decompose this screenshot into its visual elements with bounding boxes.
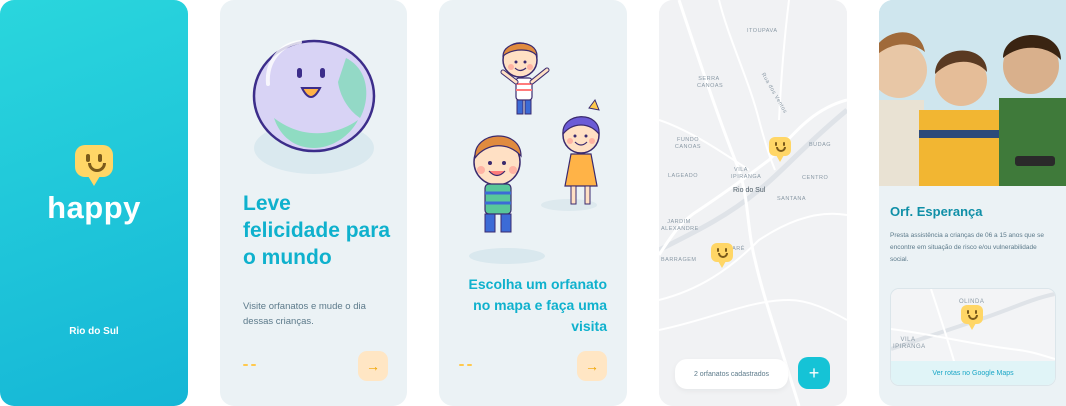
orphanage-map-pin-icon[interactable] (769, 137, 791, 162)
onboarding-title: Leve felicidade para o mundo (243, 192, 391, 269)
next-button[interactable]: → (358, 351, 388, 381)
earth-globe-illustration (252, 39, 376, 174)
logo-eye-icon (86, 154, 90, 162)
city-label: Rio do Sul (69, 326, 119, 337)
add-orphanage-button[interactable]: + (798, 357, 830, 389)
map-label: VILA IPIRANGA (731, 167, 762, 180)
orphanage-count: 2 orfanatos cadastrados (675, 359, 788, 389)
orphanage-detail-screen: Orf. Esperança Presta assistência a cria… (879, 0, 1066, 406)
children-photo-image (879, 0, 1066, 186)
google-maps-routes-link[interactable]: Ver rotas no Google Maps (891, 361, 1055, 385)
map-label: LAGEADO (667, 173, 699, 179)
brand-name: happy (47, 190, 141, 225)
map-label: SANTANA (777, 196, 807, 202)
pagination-dots (459, 364, 472, 366)
map-city-label: Rio do Sul (733, 187, 766, 194)
mini-map-label: VILA IPIRANGA (893, 337, 926, 350)
logo-eye-icon (98, 154, 102, 162)
map-label: JARDIM ALEXANDRE (661, 219, 699, 232)
map-label: CENTRO (802, 175, 829, 181)
next-button[interactable]: → (577, 351, 607, 381)
splash-screen: happy Rio do Sul (0, 0, 188, 406)
orphanage-description: Presta assistência a crianças de 06 a 15… (890, 232, 1044, 263)
map-screen[interactable]: ITOUPAVA SERRA CANOAS FUNDO CANOAS VILA … (659, 0, 847, 406)
onboarding-title: Escolha um orfanato no mapa e faça uma v… (468, 276, 607, 334)
arrow-right-icon: → (585, 358, 599, 374)
logo-mouth-icon (88, 163, 106, 172)
orphanage-name: Orf. Esperança (890, 204, 983, 219)
arrow-right-icon: → (366, 358, 380, 374)
orphanage-map-pin-icon (961, 305, 983, 330)
happy-face-logo-icon (75, 145, 113, 186)
map-label: SERRA CANOAS (697, 76, 724, 89)
map-label: BUDAG (809, 142, 832, 148)
orphanage-photo[interactable] (879, 0, 1066, 186)
onboarding-screen-2: Escolha um orfanato no mapa e faça uma v… (439, 0, 627, 406)
orphanage-map-pin-icon[interactable] (711, 243, 733, 268)
map-label: ITOUPAVA (747, 28, 778, 34)
map-background[interactable] (659, 0, 847, 406)
map-label: BARRAGEM (661, 257, 697, 263)
orphanage-location-map[interactable]: OLINDA VILA IPIRANGA Ver rotas no Google… (890, 288, 1056, 386)
onboarding-screen-1: Leve felicidade para o mundo Visite orfa… (220, 0, 407, 406)
onboarding-description: Visite orfanatos e mude o dia dessas cri… (243, 301, 366, 327)
pagination-dots (243, 364, 256, 366)
plus-icon: + (808, 362, 820, 383)
map-label: FUNDO CANOAS (674, 137, 702, 150)
happy-children-illustration (469, 42, 600, 264)
